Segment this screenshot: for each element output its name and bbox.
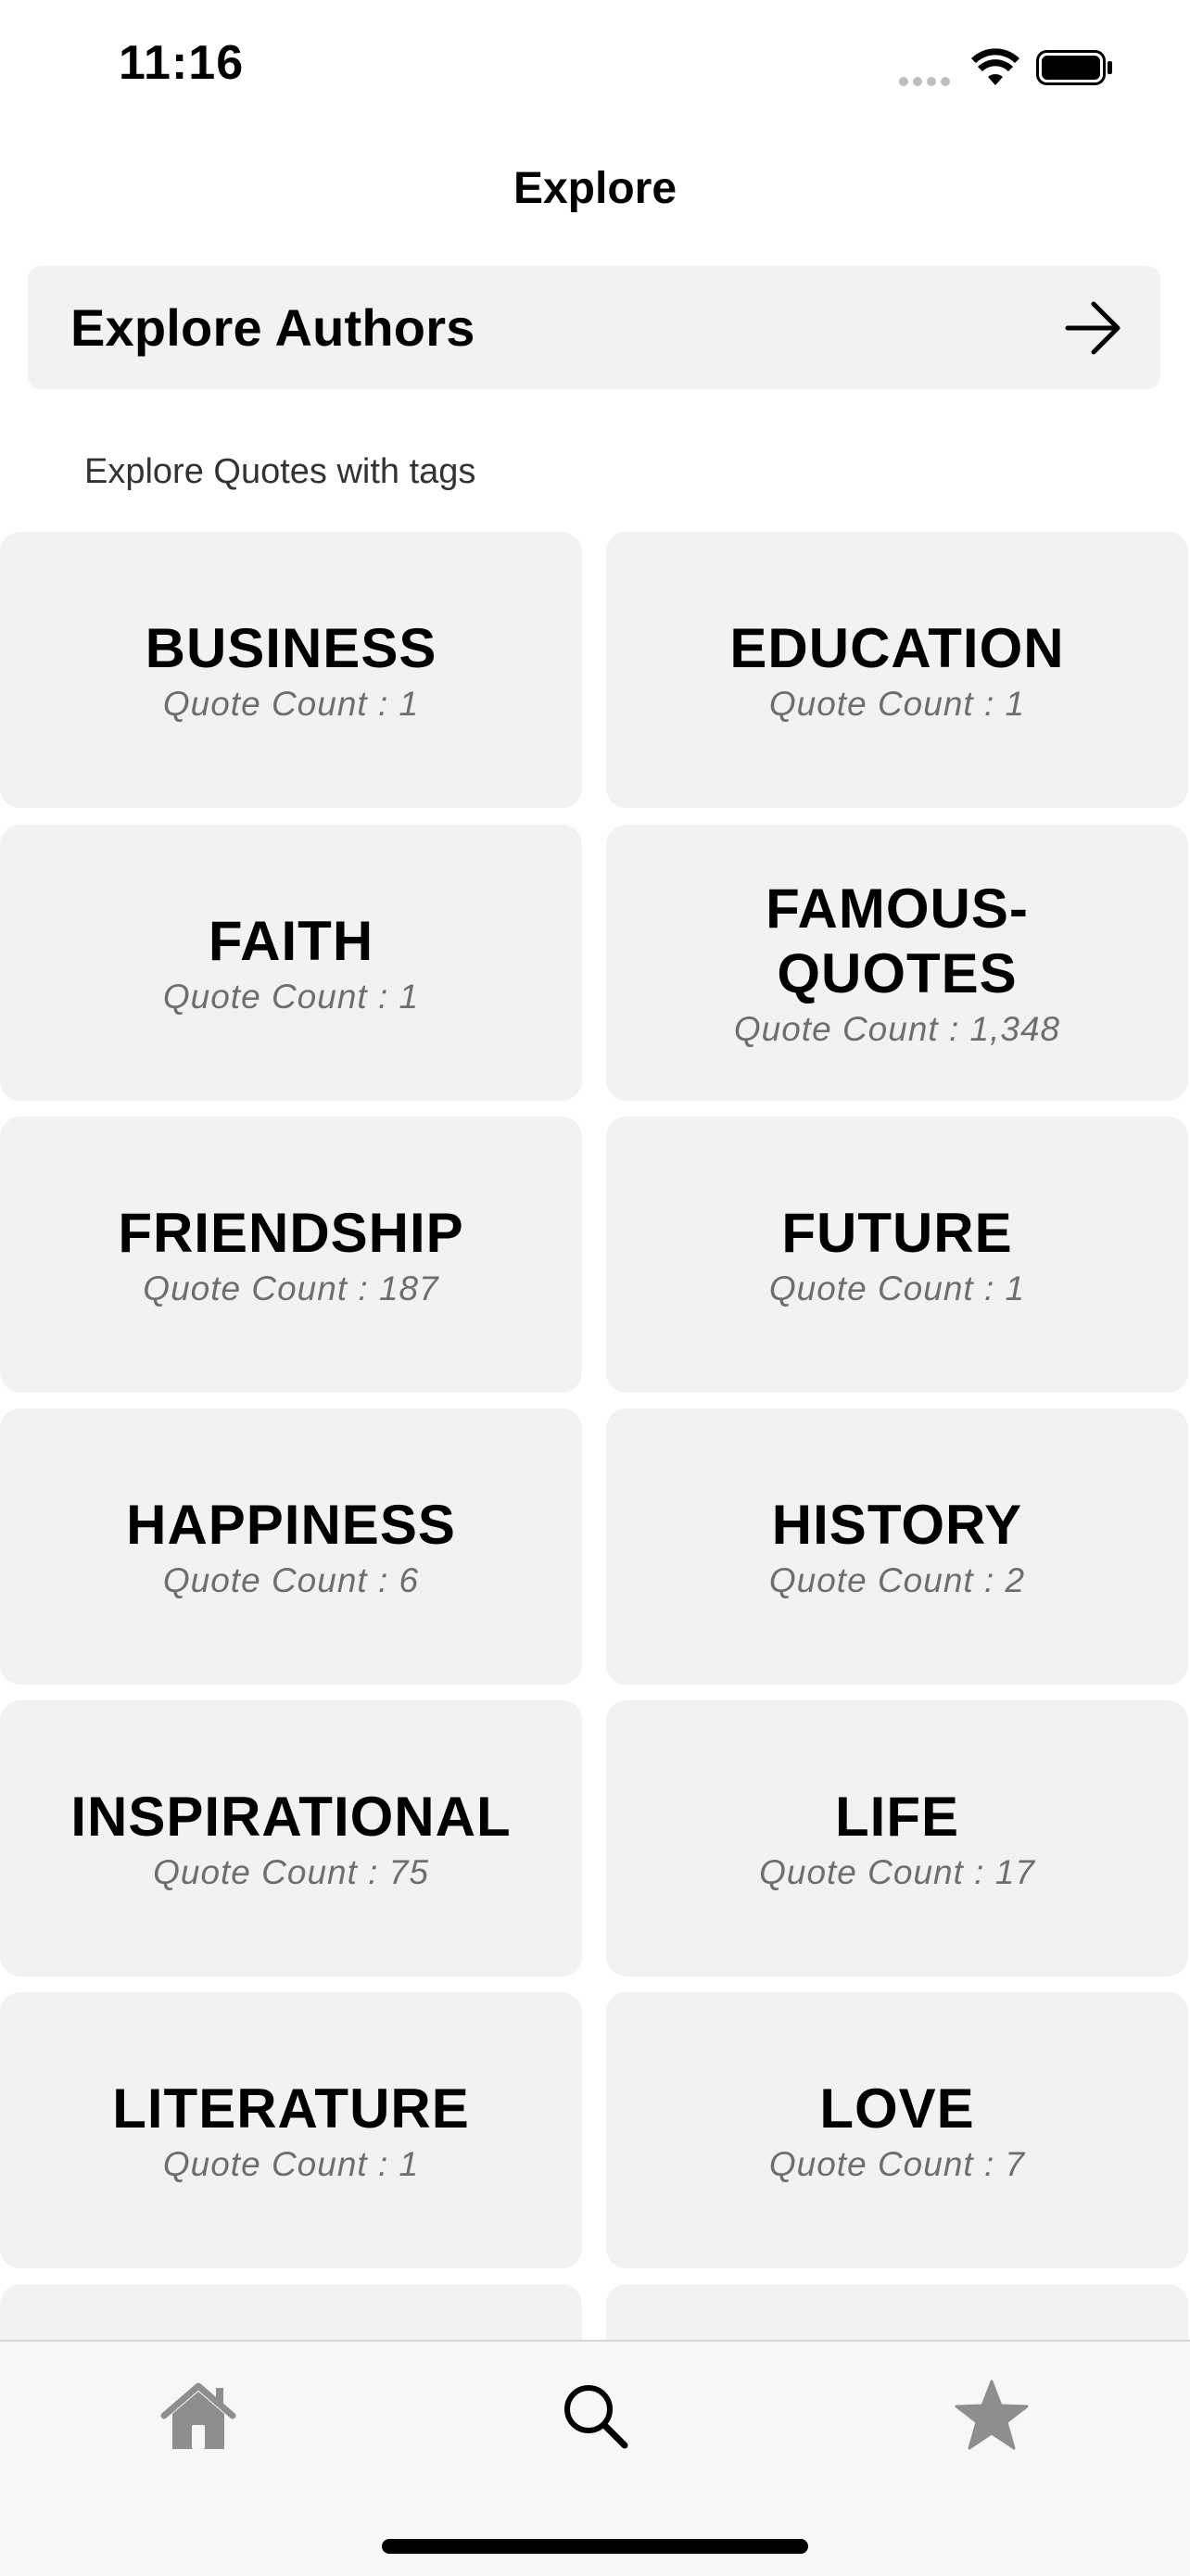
status-bar: 11:16 — [0, 0, 1190, 130]
tab-search[interactable] — [539, 2360, 651, 2471]
tag-card-love[interactable]: LOVE Quote Count : 7 — [606, 1992, 1188, 2268]
tag-count: Quote Count : 2 — [768, 1561, 1026, 1599]
tab-home[interactable] — [143, 2360, 254, 2471]
tag-card-literature[interactable]: LITERATURE Quote Count : 1 — [0, 1992, 582, 2268]
tag-name: HAPPINESS — [126, 1494, 456, 1556]
tag-name: BUSINESS — [145, 617, 437, 679]
tag-name: INSPIRATIONAL — [70, 1786, 512, 1848]
tab-favorites[interactable] — [936, 2360, 1047, 2471]
tag-card-education[interactable]: EDUCATION Quote Count : 1 — [606, 532, 1188, 808]
tag-count: Quote Count : 1 — [162, 978, 420, 1016]
tag-count: Quote Count : 187 — [143, 1269, 439, 1307]
wifi-icon — [971, 48, 1019, 85]
tag-count: Quote Count : 1,348 — [733, 1010, 1061, 1048]
arrow-right-icon — [1065, 301, 1120, 355]
section-label: Explore Quotes with tags — [84, 452, 476, 491]
tag-card-inspirational[interactable]: INSPIRATIONAL Quote Count : 75 — [0, 1700, 582, 1976]
tag-name: FUTURE — [781, 1202, 1013, 1264]
tag-count: Quote Count : 75 — [153, 1853, 429, 1891]
status-time: 11:16 — [119, 36, 245, 90]
tag-name: FAITH — [208, 910, 374, 972]
tag-card-history[interactable]: HISTORY Quote Count : 2 — [606, 1408, 1188, 1685]
tag-count: Quote Count : 7 — [768, 2145, 1026, 2183]
tag-card-faith[interactable]: FAITH Quote Count : 1 — [0, 825, 582, 1101]
explore-authors-label: Explore Authors — [70, 298, 475, 357]
tag-name: EDUCATION — [729, 617, 1065, 679]
tag-count: Quote Count : 6 — [162, 1561, 420, 1599]
tag-count: Quote Count : 1 — [162, 685, 420, 723]
home-indicator — [382, 2539, 808, 2554]
tag-card-happiness[interactable]: HAPPINESS Quote Count : 6 — [0, 1408, 582, 1685]
tag-count: Quote Count : 1 — [162, 2145, 420, 2183]
tag-name: FRIENDSHIP — [118, 1202, 464, 1264]
tag-count: Quote Count : 1 — [768, 1269, 1026, 1307]
tag-name: FAMOUS-QUOTES — [766, 878, 1029, 1004]
search-icon — [564, 2385, 628, 2449]
page-title: Explore — [513, 164, 677, 213]
tag-card-business[interactable]: BUSINESS Quote Count : 1 — [0, 532, 582, 808]
tag-count: Quote Count : 1 — [768, 685, 1026, 723]
explore-authors-button[interactable]: Explore Authors — [28, 266, 1160, 389]
tag-name: LIFE — [835, 1786, 959, 1848]
tag-card-famous-quotes[interactable]: FAMOUS-QUOTES Quote Count : 1,348 — [606, 825, 1188, 1101]
home-icon — [160, 2382, 236, 2449]
star-icon — [955, 2380, 1029, 2450]
tag-card-life[interactable]: LIFE Quote Count : 17 — [606, 1700, 1188, 1976]
battery-icon — [1036, 50, 1112, 85]
tag-card-friendship[interactable]: FRIENDSHIP Quote Count : 187 — [0, 1117, 582, 1393]
tag-card-future[interactable]: FUTURE Quote Count : 1 — [606, 1117, 1188, 1393]
tag-name: HISTORY — [771, 1494, 1023, 1556]
tag-name: LITERATURE — [112, 2077, 470, 2140]
tag-count: Quote Count : 17 — [759, 1853, 1035, 1891]
cellular-signal-icon — [899, 74, 955, 86]
tag-name: LOVE — [819, 2077, 975, 2140]
